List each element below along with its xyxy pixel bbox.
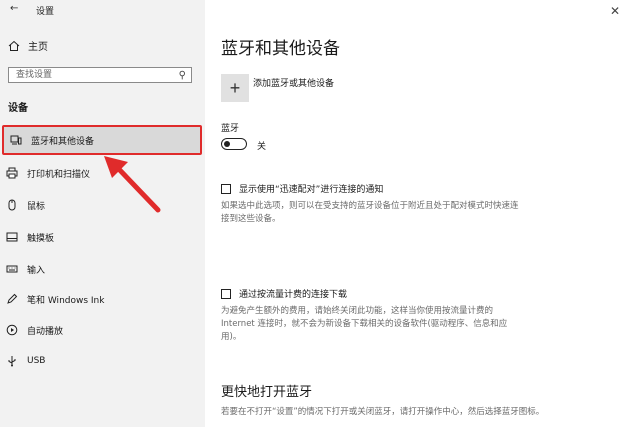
sidebar-item-label: 自动播放 — [27, 326, 64, 337]
home-label: 主页 — [28, 42, 48, 53]
faster-bluetooth-description: 若要在不打开“设置”的情况下打开或关闭蓝牙，请打开操作中心，然后选择蓝牙图标。 — [221, 407, 545, 417]
sidebar-item-touchpad[interactable]: 触摸板 — [0, 222, 205, 252]
mouse-icon — [6, 199, 18, 211]
home-link[interactable]: 主页 — [8, 38, 48, 53]
search-icon[interactable]: ⚲ — [179, 70, 186, 81]
window-title: 设置 — [36, 7, 55, 17]
search-input[interactable] — [14, 69, 168, 81]
metered-download-label: 通过按流量计费的连接下载 — [239, 290, 348, 300]
search-box[interactable]: ⚲ — [8, 67, 192, 83]
sidebar-item-label: 输入 — [27, 265, 46, 276]
plus-icon: + — [229, 77, 241, 98]
sidebar-item-label: 打印机和扫描仪 — [27, 169, 91, 180]
metered-download-checkbox[interactable] — [221, 288, 231, 299]
page-title: 蓝牙和其他设备 — [221, 39, 340, 59]
main-content: ✕ 蓝牙和其他设备 + 添加蓝牙或其他设备 蓝牙 关 显示使用“迅速配对”进行连… — [205, 0, 640, 427]
sidebar-item-label: 触摸板 — [27, 233, 55, 244]
add-device-button[interactable]: + — [221, 74, 249, 102]
metered-download-option[interactable]: 通过按流量计费的连接下载 — [221, 287, 347, 300]
sidebar-item-label: 蓝牙和其他设备 — [31, 136, 95, 147]
sidebar-item-autoplay[interactable]: 自动播放 — [0, 315, 205, 345]
toggle-knob — [224, 140, 230, 147]
touchpad-icon — [6, 231, 18, 243]
pen-icon — [6, 293, 18, 305]
autoplay-icon — [6, 324, 18, 336]
swift-pair-option[interactable]: 显示使用“迅速配对”进行连接的通知 — [221, 182, 383, 195]
sidebar-item-label: USB — [27, 356, 46, 366]
sidebar-item-label: 笔和 Windows Ink — [27, 295, 105, 306]
sidebar-item-typing[interactable]: 输入 — [0, 254, 205, 284]
metered-download-description: 为避免产生额外的费用，请始终关闭此功能，这样当你使用按流量计费的 Interne… — [221, 306, 508, 342]
swift-pair-checkbox[interactable] — [221, 183, 231, 194]
devices-icon — [10, 134, 22, 146]
home-icon — [8, 40, 20, 52]
usb-icon — [6, 355, 18, 367]
add-device-label[interactable]: 添加蓝牙或其他设备 — [253, 76, 334, 89]
faster-bluetooth-heading: 更快地打开蓝牙 — [221, 385, 313, 400]
section-heading: 设备 — [8, 103, 28, 114]
swift-pair-label: 显示使用“迅速配对”进行连接的通知 — [239, 185, 384, 195]
sidebar-item-pen[interactable]: 笔和 Windows Ink — [0, 284, 205, 314]
red-annotation-arrow — [104, 156, 161, 213]
printer-icon — [6, 167, 18, 179]
close-icon[interactable]: ✕ — [610, 4, 620, 18]
sidebar-item-label: 鼠标 — [27, 201, 46, 212]
bluetooth-toggle[interactable] — [221, 138, 247, 150]
bluetooth-state: 关 — [257, 142, 267, 152]
swift-pair-description: 如果选中此选项，则可以在受支持的蓝牙设备位于附近且处于配对模式时快速连接到这些设… — [221, 201, 519, 224]
bluetooth-label: 蓝牙 — [221, 124, 240, 134]
keyboard-icon — [6, 263, 18, 275]
back-arrow-icon[interactable]: ← — [10, 3, 18, 14]
sidebar-item-usb[interactable]: USB — [0, 346, 205, 376]
